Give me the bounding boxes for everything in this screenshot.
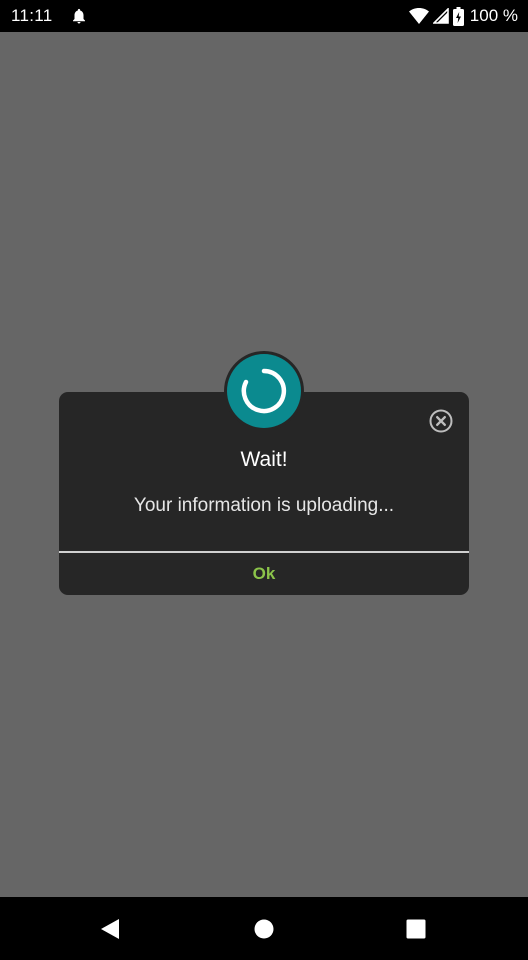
loading-spinner-icon bbox=[223, 350, 305, 432]
status-time: 11:11 bbox=[11, 6, 53, 25]
recents-icon[interactable] bbox=[404, 917, 428, 941]
dialog-message: Your information is uploading... bbox=[133, 495, 395, 516]
cellular-signal-icon bbox=[432, 8, 449, 24]
back-icon[interactable] bbox=[98, 917, 122, 941]
ok-button[interactable]: Ok bbox=[59, 553, 469, 595]
home-icon[interactable] bbox=[252, 917, 276, 941]
battery-percent: 100 % bbox=[469, 6, 518, 25]
dialog-title: Wait! bbox=[240, 448, 288, 471]
battery-charging-icon bbox=[452, 6, 464, 26]
navigation-bar bbox=[0, 897, 528, 960]
notification-bell-icon bbox=[70, 7, 88, 25]
wifi-icon bbox=[408, 8, 429, 24]
close-icon[interactable] bbox=[429, 409, 453, 433]
status-bar: 11:11 100 % bbox=[0, 0, 528, 32]
status-indicators: 100 % bbox=[408, 5, 518, 27]
